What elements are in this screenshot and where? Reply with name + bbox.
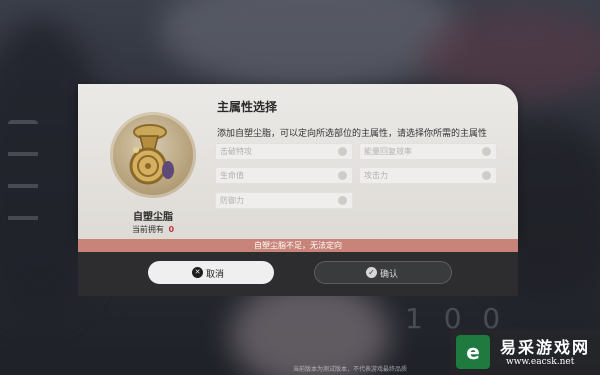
option-hp[interactable]: 生命值 (215, 167, 353, 184)
cancel-label: 取消 (206, 270, 225, 280)
radio-circle-icon (482, 171, 491, 180)
option-energy-regen[interactable]: 能量回复效率 (359, 143, 497, 160)
option-break-effect[interactable]: 击破特攻 (215, 143, 353, 160)
item-name: 自塑尘脂 (133, 212, 173, 223)
dialog-title: 主属性选择 (217, 100, 278, 114)
radio-circle-icon (338, 196, 347, 205)
item-count-label: 当前拥有 (131, 225, 164, 234)
dialog-panel: 自塑尘脂 当前拥有 0 主属性选择 添加自塑尘脂，可以定向所选部位的主属性，请选… (78, 84, 518, 239)
option-label: 防御力 (220, 196, 244, 205)
self-modeling-resin-icon (110, 112, 196, 198)
option-label: 击破特攻 (220, 147, 252, 156)
radio-circle-icon (338, 171, 347, 180)
dialog-description: 添加自塑尘脂，可以定向所选部位的主属性，请选择你所需的主属性 (217, 129, 488, 139)
site-watermark: e 易采游戏网 www.eacsk.net (450, 330, 600, 375)
cancel-button[interactable]: ✕ 取消 (148, 261, 274, 284)
main-stat-selection-dialog: 自塑尘脂 当前拥有 0 主属性选择 添加自塑尘脂，可以定向所选部位的主属性，请选… (78, 84, 518, 296)
button-bar: ✕ 取消 ✓ 确认 (78, 252, 518, 296)
close-icon: ✕ (192, 267, 203, 278)
check-icon: ✓ (366, 267, 377, 278)
item-count: 当前拥有 0 (90, 224, 216, 235)
radio-circle-icon (338, 147, 347, 156)
option-def[interactable]: 防御力 (215, 192, 353, 209)
option-label: 能量回复效率 (364, 147, 412, 156)
test-version-note: 当前版本为测试版本，不代表游戏最终品质 (293, 366, 408, 373)
site-logo-icon: e (456, 335, 490, 369)
radio-circle-icon (482, 147, 491, 156)
insufficient-warning: 自塑尘脂不足，无法定向 (78, 239, 518, 252)
watermark-title: 易采游戏网 (500, 338, 591, 357)
option-atk[interactable]: 攻击力 (359, 167, 497, 184)
option-label: 生命值 (220, 171, 244, 180)
item-count-value: 0 (168, 225, 175, 234)
watermark-url: www.eacsk.net (506, 357, 575, 367)
option-label: 攻击力 (364, 171, 388, 180)
confirm-button[interactable]: ✓ 确认 (314, 261, 452, 284)
confirm-label: 确认 (380, 270, 399, 280)
